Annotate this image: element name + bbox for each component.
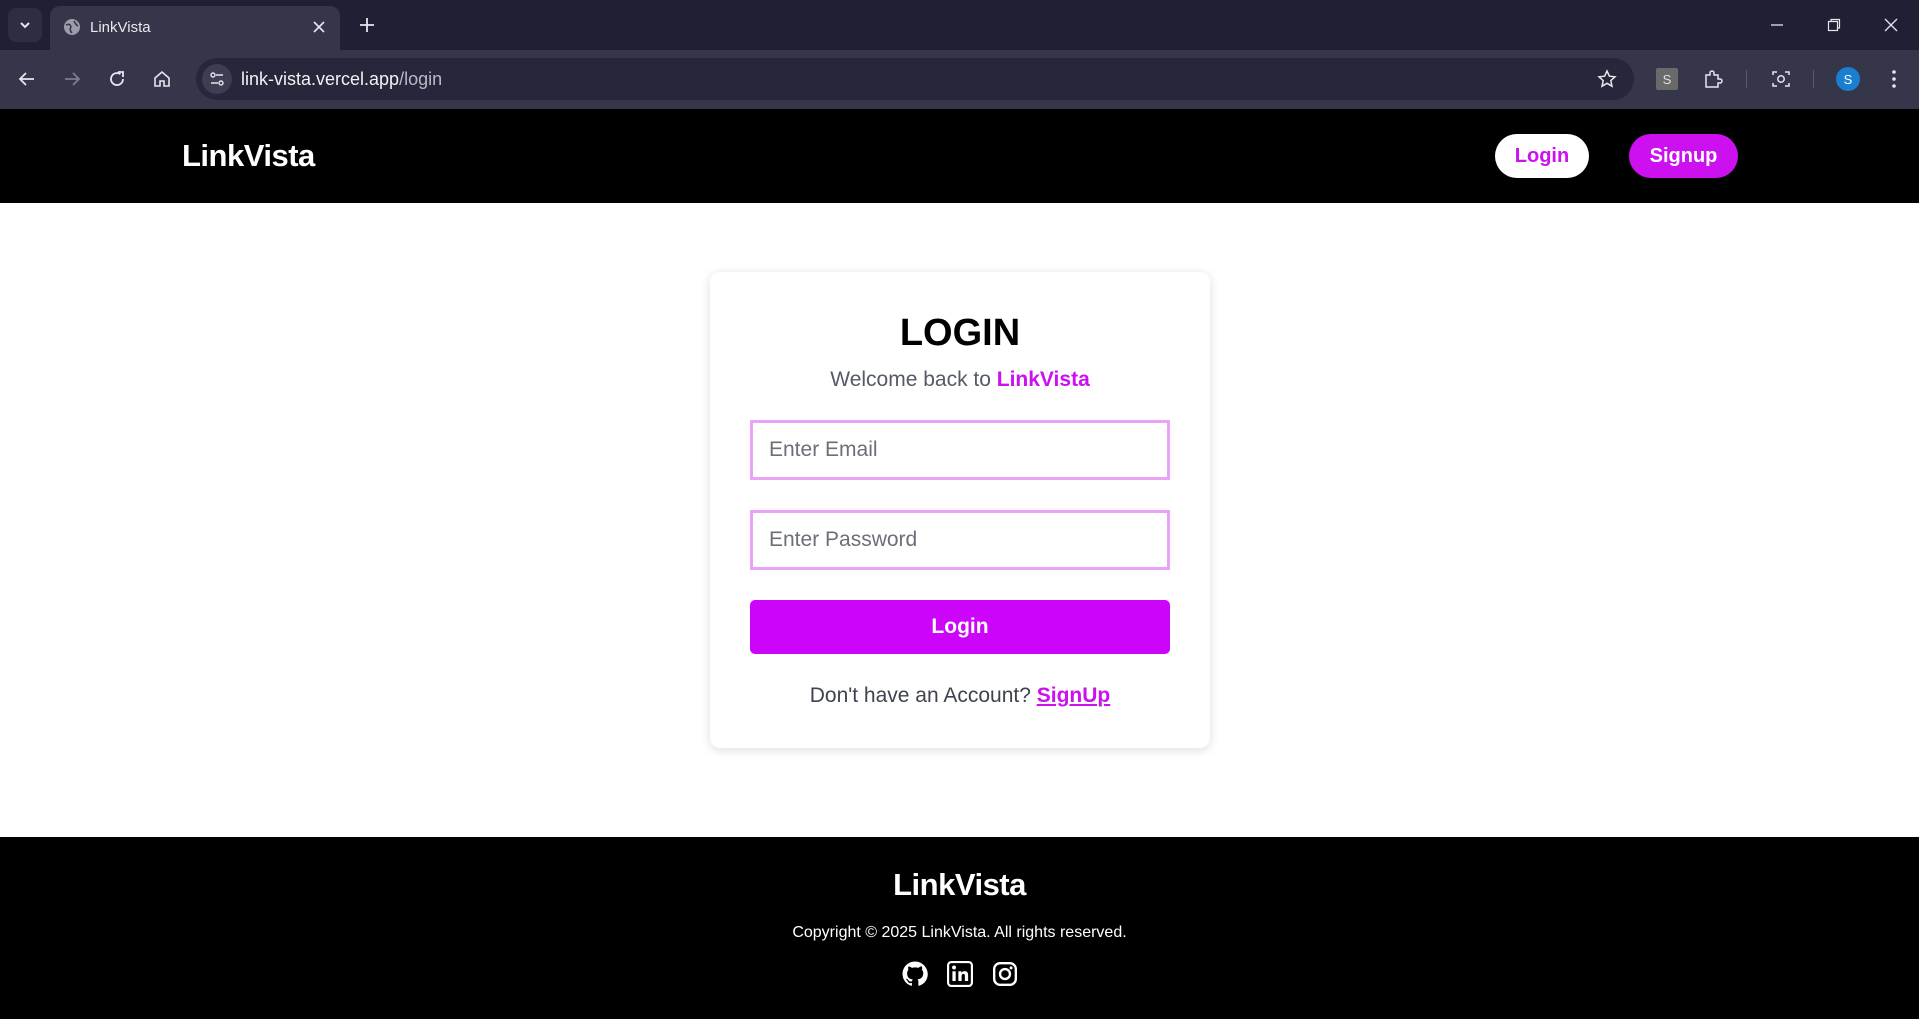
address-bar[interactable]: link-vista.vercel.app/login: [196, 58, 1634, 100]
github-icon[interactable]: [900, 959, 929, 988]
signup-prompt-text: Don't have an Account?: [809, 684, 1037, 707]
forward-arrow-icon[interactable]: [57, 64, 87, 94]
header-signup-button[interactable]: Signup: [1629, 134, 1738, 178]
welcome-text: Welcome back to LinkVista: [710, 368, 1210, 392]
site-footer: LinkVista Copyright © 2025 LinkVista. Al…: [0, 837, 1919, 1019]
minimize-icon[interactable]: [1762, 10, 1792, 40]
url-text: link-vista.vercel.app/login: [241, 69, 442, 90]
close-tab-icon[interactable]: [308, 16, 330, 38]
site-settings-icon[interactable]: [202, 64, 232, 94]
extension-s-button[interactable]: S: [1652, 64, 1682, 94]
site-header: LinkVista Login Signup: [0, 109, 1919, 203]
url-host: link-vista.vercel.app: [241, 69, 400, 89]
extensions-puzzle-icon[interactable]: [1698, 64, 1728, 94]
tab-search-button[interactable]: [8, 8, 42, 42]
tab-title: LinkVista: [90, 19, 151, 36]
login-submit-button[interactable]: Login: [750, 600, 1170, 654]
header-login-button[interactable]: Login: [1495, 134, 1589, 178]
chevron-down-icon: [20, 22, 30, 29]
email-input[interactable]: [750, 420, 1170, 480]
close-window-icon[interactable]: [1876, 10, 1906, 40]
browser-tab[interactable]: LinkVista: [50, 6, 340, 50]
login-card: LOGIN Welcome back to LinkVista Login Do…: [710, 272, 1210, 748]
social-links: [0, 959, 1919, 988]
toolbar-separator: [1746, 70, 1747, 88]
profile-button[interactable]: S: [1833, 64, 1863, 94]
signup-prompt: Don't have an Account? SignUp: [710, 684, 1210, 708]
restore-icon[interactable]: [1819, 10, 1849, 40]
new-tab-plus-icon[interactable]: [354, 12, 380, 38]
browser-menu-icon[interactable]: [1879, 64, 1909, 94]
url-path: /login: [399, 69, 443, 89]
instagram-icon[interactable]: [990, 959, 1019, 988]
welcome-brand: LinkVista: [996, 368, 1090, 391]
login-title: LOGIN: [899, 312, 1021, 354]
copyright-text: Copyright © 2025 LinkVista. All rights r…: [792, 924, 1127, 941]
screenshot-lens-icon[interactable]: [1766, 64, 1796, 94]
profile-avatar: S: [1836, 67, 1860, 91]
browser-toolbar: link-vista.vercel.app/login S S: [0, 50, 1919, 109]
footer-brand-logo: LinkVista: [893, 867, 1026, 902]
toolbar-separator: [1813, 70, 1814, 88]
welcome-prefix: Welcome back to: [830, 368, 997, 391]
header-brand-logo[interactable]: LinkVista: [182, 138, 315, 174]
linkedin-icon[interactable]: [945, 959, 974, 988]
password-input[interactable]: [750, 510, 1170, 570]
globe-icon: [64, 19, 80, 35]
browser-tab-bar: LinkVista: [0, 0, 1919, 50]
extension-s-icon: S: [1656, 68, 1678, 90]
back-arrow-icon[interactable]: [12, 64, 42, 94]
home-icon[interactable]: [147, 64, 177, 94]
signup-link[interactable]: SignUp: [1037, 684, 1111, 707]
reload-icon[interactable]: [102, 64, 132, 94]
bookmark-star-icon[interactable]: [1594, 66, 1620, 92]
